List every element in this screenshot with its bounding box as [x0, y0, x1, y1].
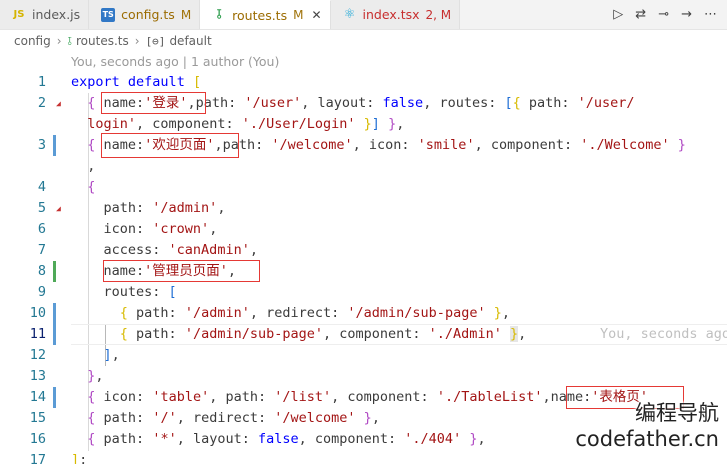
highlight-box	[103, 260, 260, 282]
timeline-icon[interactable]: ⊸	[658, 7, 669, 22]
close-icon[interactable]: ✕	[311, 8, 321, 22]
code-line: 13 },	[0, 366, 727, 387]
typescript-file-icon: TS	[101, 7, 116, 22]
line-number: 15	[29, 410, 46, 426]
line-number: 8	[37, 263, 46, 279]
breadcrumb-symbol[interactable]: default	[169, 34, 211, 48]
code-text: path: '/admin',	[71, 200, 226, 216]
tab-config-ts[interactable]: TS config.ts M	[89, 0, 201, 29]
code-line-wrap: ,	[0, 156, 727, 177]
line-number: 7	[37, 242, 46, 258]
code-line: 12 ],	[0, 345, 727, 366]
react-file-icon: ⚛	[343, 6, 356, 22]
code-editor[interactable]: 1 export default [ 2 ◢ { name:'登录',path:…	[0, 72, 727, 464]
code-line: 11 { path: '/admin/sub-page', component:…	[0, 324, 727, 345]
code-line: 9 routes: [	[0, 282, 727, 303]
code-text: login', component: './User/Login' }] },	[87, 116, 405, 132]
tab-routes-ts[interactable]: ⫱ routes.ts M ✕	[200, 0, 331, 29]
code-text: { path: '/admin', redirect: '/admin/sub-…	[119, 305, 510, 321]
code-text: { path: '/admin/sub-page', component: '.…	[119, 326, 527, 342]
git-modified-indicator	[53, 387, 56, 408]
watermark-url: codefather.cn	[575, 427, 719, 451]
problems-badge: 2, M	[425, 7, 452, 22]
route-file-icon: ⫱	[67, 33, 73, 48]
compare-changes-icon[interactable]: ⇄	[635, 7, 646, 22]
code-text: ,	[71, 158, 96, 174]
tab-label: routes.ts	[232, 7, 288, 23]
line-number: 16	[29, 431, 46, 447]
arrow-icon: ◢	[56, 204, 61, 213]
line-number: 3	[37, 137, 46, 153]
forward-icon[interactable]: →	[681, 7, 692, 22]
code-text: {	[87, 179, 96, 195]
line-number: 2	[37, 95, 46, 111]
more-icon[interactable]: ⋯	[704, 7, 717, 22]
run-icon[interactable]: ▷	[613, 7, 623, 22]
breadcrumb-file[interactable]: routes.ts	[76, 34, 129, 48]
line-number: 17	[29, 452, 46, 464]
breadcrumb-folder[interactable]: config	[14, 34, 51, 48]
modified-badge: M	[180, 7, 192, 22]
git-modified-indicator	[53, 324, 56, 345]
tab-label: index.tsx	[362, 7, 420, 22]
line-number: 5	[37, 200, 46, 216]
line-number: 1	[37, 74, 46, 90]
code-line: 7 access: 'canAdmin',	[0, 240, 727, 261]
tab-label: index.js	[32, 7, 81, 22]
git-added-indicator	[53, 261, 56, 282]
code-line-wrap: login', component: './User/Login' }] },	[0, 114, 727, 135]
code-text: export default [	[71, 74, 202, 90]
highlight-box	[101, 133, 239, 158]
editor-actions: ▷ ⇄ ⊸ → ⋯	[613, 0, 727, 29]
inline-blame: You, seconds ago	[600, 326, 727, 342]
line-number: 6	[37, 221, 46, 237]
line-number: 9	[37, 284, 46, 300]
modified-badge: M	[293, 8, 304, 22]
tab-index-js[interactable]: JS index.js	[0, 0, 90, 29]
tab-label: config.ts	[121, 7, 175, 22]
code-text: icon: 'crown',	[71, 221, 218, 237]
javascript-file-icon: JS	[13, 8, 25, 20]
code-line: 15 { path: '/', redirect: '/welcome' },	[0, 408, 727, 429]
arrow-icon: ◢	[56, 99, 61, 108]
code-line: 17 ];	[0, 450, 727, 464]
code-text: { path: '/', redirect: '/welcome' },	[87, 410, 380, 426]
code-line: 5 ◢ path: '/admin',	[0, 198, 727, 219]
watermark-title: 编程导航	[635, 401, 719, 425]
code-text: routes: [	[71, 284, 177, 300]
code-text: { path: '*', layout: false, component: '…	[87, 431, 486, 447]
code-text: ];	[71, 452, 88, 464]
tab-index-tsx[interactable]: ⚛ index.tsx 2, M	[330, 0, 461, 29]
chevron-right-icon: ›	[56, 34, 62, 48]
line-number: 4	[37, 179, 46, 195]
code-line: 10 { path: '/admin', redirect: '/admin/s…	[0, 303, 727, 324]
line-number: 13	[29, 368, 46, 384]
git-blame-codelens[interactable]: You, seconds ago | 1 author (You)	[71, 52, 279, 72]
line-number: 14	[29, 389, 46, 405]
route-file-icon: ⫱	[216, 7, 222, 22]
code-text: access: 'canAdmin',	[71, 242, 258, 258]
highlight-box	[101, 92, 206, 114]
git-modified-indicator	[53, 303, 56, 324]
code-text: ],	[103, 347, 120, 363]
symbol-icon: [⊖]	[145, 34, 166, 48]
code-text: },	[87, 368, 104, 384]
code-line: 6 icon: 'crown',	[0, 219, 727, 240]
git-modified-indicator	[53, 135, 56, 156]
code-text: { icon: 'table', path: '/list', componen…	[87, 389, 649, 405]
code-line: 1 export default [	[0, 72, 727, 93]
code-line: 4 {	[0, 177, 727, 198]
breadcrumb: config › ⫱ routes.ts › [⊖] default	[0, 30, 727, 52]
line-number: 11	[29, 326, 46, 342]
chevron-right-icon: ›	[134, 34, 140, 48]
line-number: 12	[29, 347, 46, 363]
line-number: 10	[29, 305, 46, 321]
